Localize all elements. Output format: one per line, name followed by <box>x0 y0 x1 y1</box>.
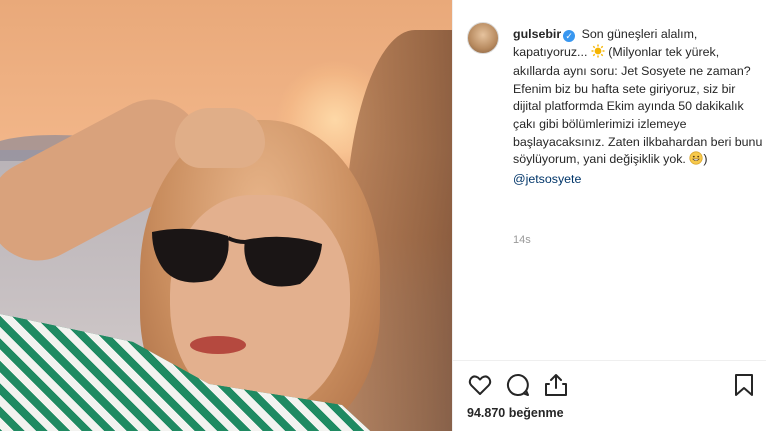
avatar[interactable] <box>467 22 499 54</box>
caption-close-paren: ) <box>703 152 708 167</box>
verified-badge-icon: ✓ <box>563 30 576 42</box>
caption-text-2: (Milyonlar tek yürek, akıllarda aynı sor… <box>513 44 763 167</box>
username-link[interactable]: gulsebir <box>513 27 561 41</box>
lips <box>190 336 246 354</box>
caption: gulsebir ✓ Son güneşleri alalım, kapatıyo… <box>513 26 763 188</box>
post-time: 14s <box>513 234 531 246</box>
comment-icon[interactable] <box>505 372 531 398</box>
sunglasses <box>152 228 322 287</box>
grinning-emoji-icon <box>689 151 703 171</box>
bookmark-icon[interactable] <box>731 372 757 398</box>
heart-icon[interactable] <box>467 372 493 398</box>
post-side-panel: gulsebir ✓ Son güneşleri alalım, kapatıyo… <box>452 0 766 431</box>
divider <box>453 360 766 361</box>
mention-link[interactable]: @jetsosyete <box>513 172 581 186</box>
share-icon[interactable] <box>543 372 569 398</box>
post-photo[interactable] <box>0 0 452 431</box>
sun-emoji-icon <box>591 44 605 64</box>
likes-count[interactable]: 94.870 beğenme <box>467 406 564 420</box>
action-bar <box>467 372 757 400</box>
hand <box>175 108 265 168</box>
